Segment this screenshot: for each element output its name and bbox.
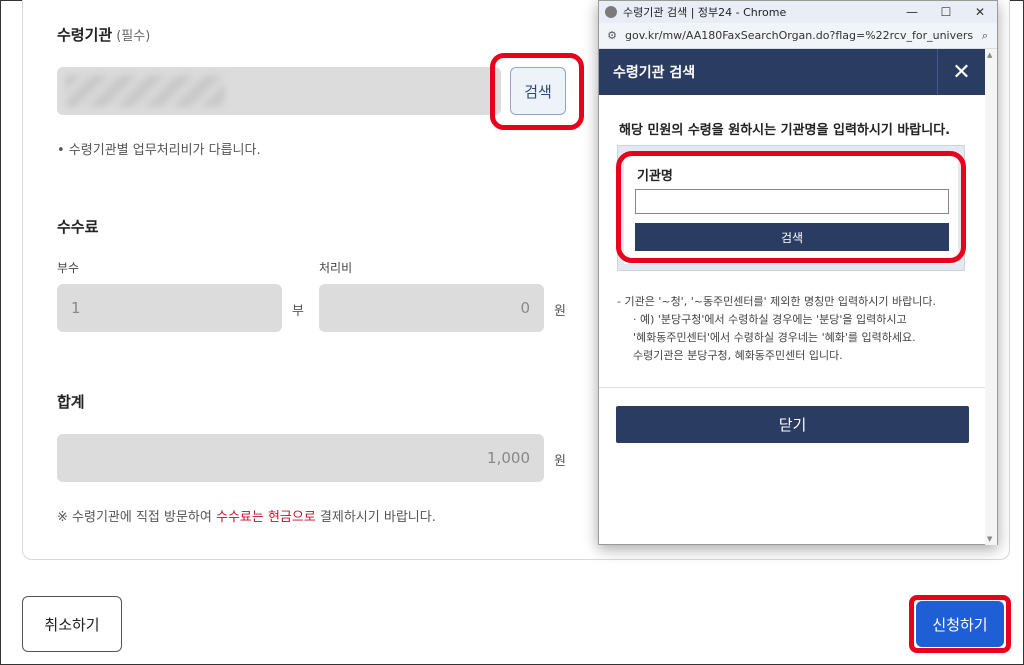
copies-field: 1 [57, 284, 282, 332]
maximize-button[interactable]: ☐ [929, 5, 963, 19]
popup-close-button[interactable]: 닫기 [616, 406, 969, 443]
popup-instruction: 해당 민원의 수령을 원하시는 기관명을 입력하시기 바랍니다. [619, 123, 951, 138]
popup-divider [599, 387, 985, 388]
popup-note-2: · 예) '분당구청'에서 수령하실 경우에는 '분당'을 입력하시고 [633, 313, 907, 326]
receiving-agency-field[interactable] [57, 67, 501, 115]
receiving-agency-title: 수령기관 (필수) [57, 24, 150, 45]
minimize-button[interactable]: — [895, 5, 929, 19]
total-value: 1,000 [487, 449, 530, 467]
payment-note-post: 결제하시기 바랍니다. [315, 510, 436, 525]
payment-note: ※ 수령기관에 직접 방문하여 수수료는 현금으로 결제하시기 바랍니다. [57, 506, 436, 525]
total-title: 합계 [57, 393, 85, 411]
popup-header: 수령기관 검색 ✕ [599, 49, 985, 95]
copies-value: 1 [71, 299, 81, 317]
fee-title: 수수료 [57, 218, 99, 236]
payment-note-cash: 수수료는 현금으로 [215, 510, 316, 525]
popup-url[interactable]: gov.kr/mw/AA180FaxSearchOrgan.do?flag=%2… [625, 29, 973, 42]
apply-button-highlight [909, 595, 1011, 653]
agency-search-popup: 수령기관 검색 | 정부24 - Chrome — ☐ ✕ ⚙ gov.kr/m… [598, 0, 998, 545]
popup-header-title: 수령기관 검색 [613, 65, 696, 81]
popup-scrollbar[interactable]: ▲ ▼ [985, 49, 997, 545]
required-tag: (필수) [116, 29, 151, 44]
agency-fee-note: • 수령기관별 업무처리비가 다릅니다. [57, 143, 261, 158]
receiving-agency-title-text: 수령기관 [57, 26, 113, 44]
processing-fee-label: 처리비 [319, 261, 353, 275]
total-field: 1,000 [57, 434, 544, 482]
scroll-down-icon[interactable]: ▼ [987, 535, 992, 543]
site-settings-icon[interactable]: ⚙ [599, 29, 625, 42]
popup-note-3: '혜화동주민센터'에서 수령하실 경우네는 '혜화'를 입력하세요. [633, 331, 916, 344]
cancel-button[interactable]: 취소하기 [22, 596, 122, 652]
search-button-highlight [490, 53, 584, 130]
popup-note-4: 수령기관은 분당구청, 혜화동주민센터 입니다. [633, 349, 843, 362]
popup-titlebar: 수령기관 검색 | 정부24 - Chrome — ☐ ✕ [599, 1, 997, 23]
agency-box-highlight [616, 151, 966, 263]
processing-fee-field: 0 [319, 284, 544, 332]
processing-fee-value: 0 [520, 299, 530, 317]
scroll-up-icon[interactable]: ▲ [987, 51, 992, 59]
copies-unit: 부 [292, 304, 304, 319]
zoom-icon[interactable]: ⌕ [973, 29, 997, 43]
popup-close-icon[interactable]: ✕ [937, 49, 985, 95]
popup-notes: - 기관은 '~청', '~동주민센터를' 제외한 명칭만 입력하시기 바랍니다… [617, 293, 977, 365]
total-unit: 원 [554, 454, 566, 469]
processing-fee-unit: 원 [554, 304, 566, 319]
globe-icon [605, 6, 617, 18]
popup-note-1: - 기관은 '~청', '~동주민센터를' 제외한 명칭만 입력하시기 바랍니다… [617, 295, 936, 308]
copies-label: 부수 [57, 261, 80, 275]
payment-note-pre: ※ 수령기관에 직접 방문하여 [57, 510, 216, 525]
popup-window-title: 수령기관 검색 | 정부24 - Chrome [623, 6, 787, 19]
popup-address-bar: ⚙ gov.kr/mw/AA180FaxSearchOrgan.do?flag=… [599, 23, 997, 49]
window-close-button[interactable]: ✕ [963, 5, 997, 19]
